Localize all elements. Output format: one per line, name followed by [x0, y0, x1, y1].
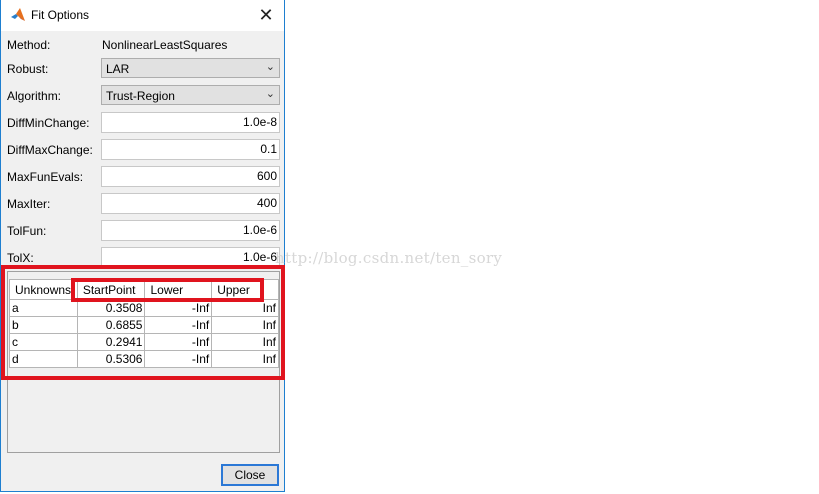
title-bar[interactable]: Fit Options ✕	[1, 0, 284, 31]
tolx-label: TolX:	[7, 251, 34, 265]
close-button[interactable]: Close	[221, 464, 279, 486]
tolfun-label: TolFun:	[7, 224, 47, 238]
diffmaxchange-field[interactable]: 0.1	[101, 139, 280, 160]
robust-label: Robust:	[7, 62, 49, 76]
matlab-logo-icon	[11, 8, 25, 21]
maxiter-field[interactable]: 400	[101, 193, 280, 214]
close-icon[interactable]: ✕	[252, 2, 280, 28]
watermark-text: http://blog.csdn.net/ten_sory	[275, 249, 503, 267]
maxfunevals-label: MaxFunEvals:	[7, 170, 84, 184]
maxfunevals-field[interactable]: 600	[101, 166, 280, 187]
fit-options-window: Fit Options ✕ Method: NonlinearLeastSqua…	[0, 0, 285, 492]
algorithm-dropdown[interactable]: Trust-Region ⌄	[101, 85, 280, 105]
maxiter-label: MaxIter:	[7, 197, 51, 211]
robust-value: LAR	[106, 62, 130, 76]
diffmaxchange-label: DiffMaxChange:	[7, 143, 93, 157]
method-value: NonlinearLeastSquares	[102, 38, 228, 52]
chevron-down-icon: ⌄	[265, 61, 275, 73]
diffminchange-field[interactable]: 1.0e-8	[101, 112, 280, 133]
chevron-down-icon: ⌄	[265, 88, 275, 100]
tolfun-field[interactable]: 1.0e-6	[101, 220, 280, 241]
algorithm-label: Algorithm:	[7, 89, 62, 103]
diffminchange-label: DiffMinChange:	[7, 116, 90, 130]
algorithm-value: Trust-Region	[106, 89, 175, 103]
robust-dropdown[interactable]: LAR ⌄	[101, 58, 280, 78]
window-title: Fit Options	[31, 8, 90, 22]
highlight-box-headers	[71, 278, 264, 302]
method-label: Method:	[7, 38, 51, 52]
